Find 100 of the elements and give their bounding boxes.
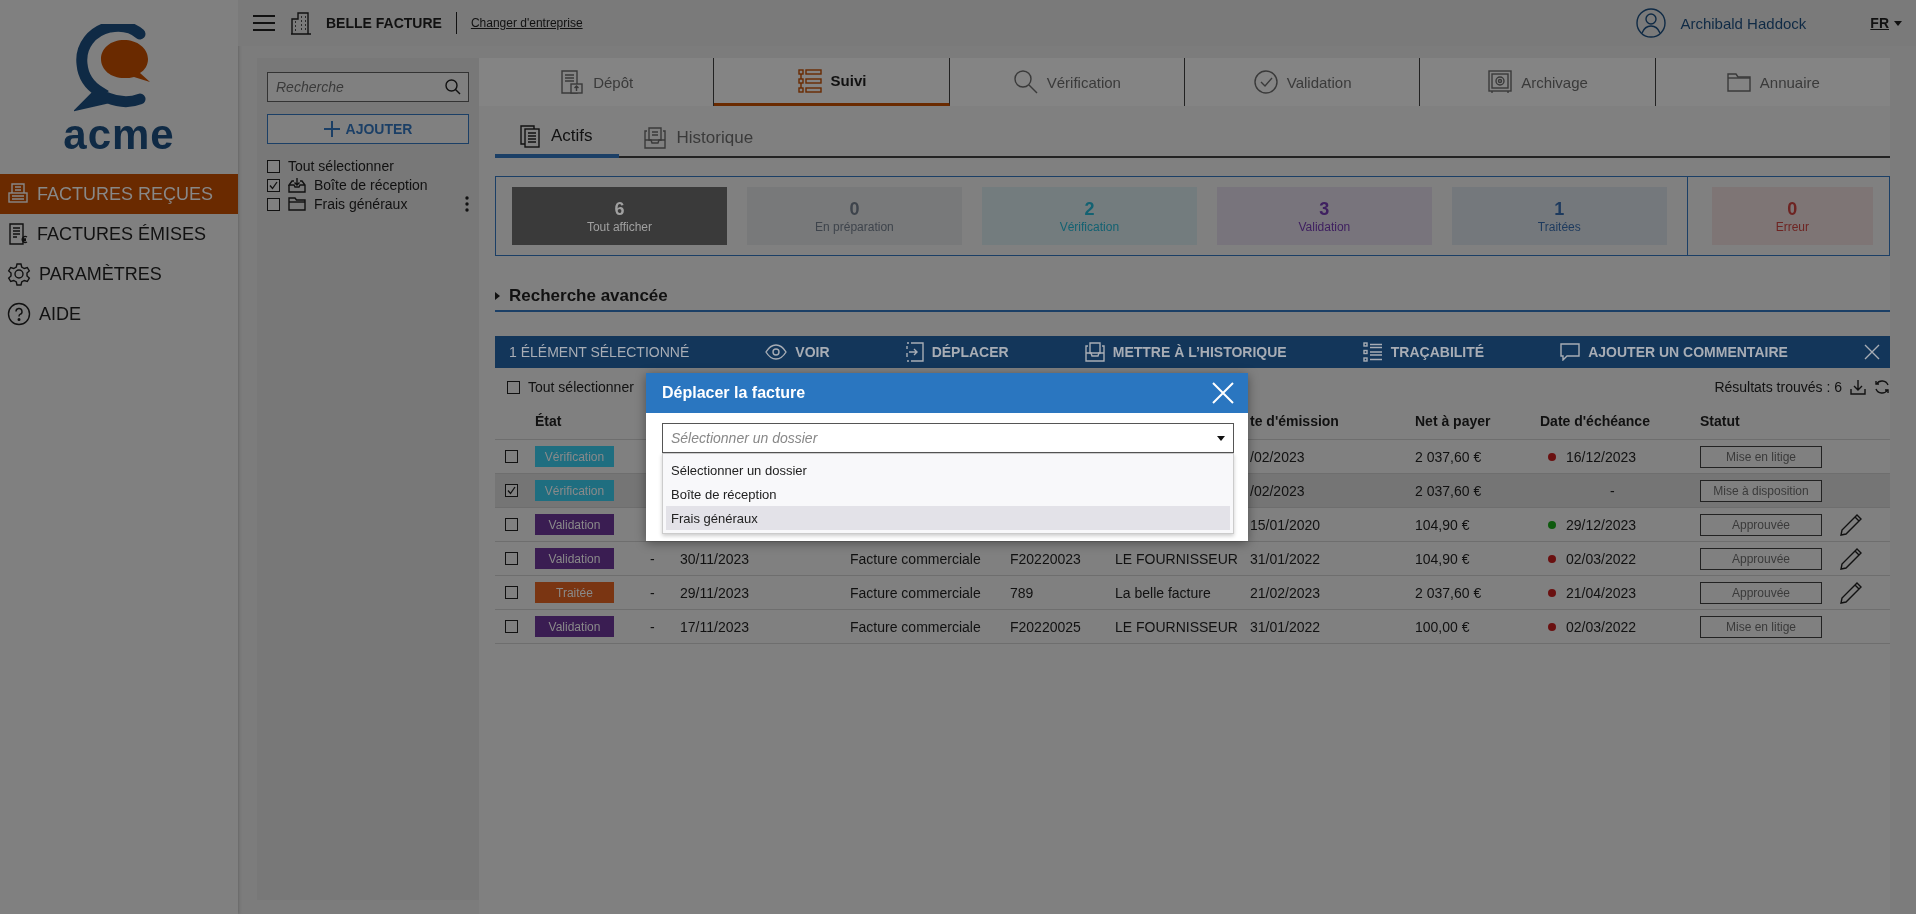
caret-icon <box>1217 435 1225 441</box>
results-count: Résultats trouvés : 6 <box>1714 379 1842 395</box>
toolbar-action[interactable]: TRAÇABILITÉ <box>1362 342 1485 362</box>
status-button[interactable]: Mise en litige <box>1700 445 1822 468</box>
column-header: te d'émission <box>1250 412 1339 429</box>
table-cell: 2 037,60 € <box>1415 584 1482 601</box>
status-tile[interactable]: 6 Tout afficher <box>512 187 727 245</box>
check-icon <box>269 180 278 190</box>
table-cell: 21/04/2023 <box>1566 584 1637 601</box>
dropdown-option[interactable]: Sélectionner un dossier <box>666 458 1230 482</box>
caret-icon <box>1894 20 1902 26</box>
folder-label[interactable]: Boîte de réception <box>314 177 428 193</box>
document-euro-icon <box>7 222 29 246</box>
column-header: Date d'échéance <box>1540 412 1650 429</box>
sidebar-item[interactable]: FACTURES ÉMISES <box>0 214 238 254</box>
folder-icon <box>1725 71 1752 93</box>
menu-icon[interactable] <box>252 14 276 32</box>
status-button[interactable]: Mise à disposition <box>1700 479 1822 502</box>
invoice-printer-icon <box>7 182 29 206</box>
more-options-icon[interactable] <box>465 196 469 212</box>
row-checkbox[interactable] <box>505 484 518 497</box>
sidebar-item[interactable]: PARAMÈTRES <box>0 254 238 294</box>
state-badge: Validation <box>535 514 614 535</box>
select-all-label: Tout sélectionner <box>528 379 634 395</box>
status-tile[interactable]: 0 Erreur <box>1711 187 1873 245</box>
gear-icon <box>7 262 31 286</box>
tab[interactable]: Annuaire <box>1655 58 1890 106</box>
status-tile[interactable]: 1 Traitées <box>1451 187 1667 245</box>
sidebar-item[interactable]: AIDE <box>0 294 238 334</box>
row-checkbox[interactable] <box>505 586 518 599</box>
state-badge: Traitée <box>535 582 614 603</box>
pencil-icon[interactable] <box>1840 581 1862 604</box>
checkbox[interactable] <box>267 197 280 211</box>
check-circle-icon <box>1252 69 1279 95</box>
row-checkbox[interactable] <box>505 450 518 463</box>
toolbar-action[interactable]: AJOUTER UN COMMENTAIRE <box>1560 343 1788 361</box>
table-cell: - <box>650 584 655 601</box>
table-cell: Facture commerciale <box>850 550 981 567</box>
table-cell: 29/11/2023 <box>680 584 750 601</box>
building-icon <box>290 11 312 35</box>
download-icon[interactable] <box>1850 379 1866 395</box>
table-cell: 29/12/2023 <box>1566 516 1637 533</box>
advanced-search-toggle[interactable]: Recherche avancée <box>509 286 668 306</box>
toolbar-action[interactable]: DÉPLACER <box>905 342 1009 362</box>
table-cell: 789 <box>1010 584 1034 601</box>
table-cell: 21/02/2023 <box>1250 584 1321 601</box>
table-cell: LE FOURNISSEUR <box>1115 550 1238 567</box>
tab[interactable]: Actifs <box>495 120 619 158</box>
checkbox[interactable] <box>507 380 520 394</box>
status-button[interactable]: Approuvée <box>1700 513 1822 536</box>
status-tile[interactable]: 3 Validation <box>1216 187 1432 245</box>
table-cell: LE FOURNISSEUR <box>1115 618 1238 635</box>
folder-label[interactable]: Frais généraux <box>314 196 408 212</box>
user-icon <box>1636 8 1667 38</box>
search-field[interactable]: Recherche <box>267 72 469 102</box>
close-icon[interactable] <box>1863 344 1880 360</box>
sidebar-item[interactable]: FACTURES REÇUES <box>0 174 238 214</box>
inbox-icon <box>288 177 306 193</box>
table-cell: - <box>650 550 655 567</box>
search-icon[interactable] <box>445 79 461 95</box>
list-icon <box>796 67 823 94</box>
table-cell: 15/01/2020 <box>1250 516 1321 533</box>
status-button[interactable]: Approuvée <box>1700 547 1822 570</box>
dropdown-option[interactable]: Boîte de réception <box>666 482 1230 506</box>
folder-icon <box>288 197 306 211</box>
company-name: BELLE FACTURE <box>326 15 442 31</box>
state-badge: Vérification <box>535 480 614 501</box>
document-move-icon <box>905 342 924 362</box>
table-cell: F20220025 <box>1010 618 1081 635</box>
pencil-icon[interactable] <box>1840 513 1862 536</box>
table-cell: - <box>1610 482 1615 499</box>
table-cell: 31/01/2022 <box>1250 618 1321 635</box>
status-button[interactable]: Approuvée <box>1700 581 1822 604</box>
table-cell: 2 037,60 € <box>1415 482 1482 499</box>
status-button[interactable]: Mise en litige <box>1700 615 1822 638</box>
language-selector[interactable]: FR <box>1870 15 1902 31</box>
tab[interactable]: Historique <box>618 120 780 158</box>
table-cell: 02/03/2022 <box>1566 550 1637 567</box>
caret-right-icon[interactable] <box>495 292 501 300</box>
row-checkbox[interactable] <box>505 518 518 531</box>
dropdown-option[interactable]: Frais généraux <box>666 506 1230 530</box>
pencil-icon[interactable] <box>1840 547 1862 570</box>
table-cell: 104,90 € <box>1415 516 1470 533</box>
change-company-link[interactable]: Changer d'entreprise <box>470 16 583 30</box>
row-checkbox[interactable] <box>505 552 518 565</box>
search-icon <box>1012 69 1039 95</box>
toolbar-action[interactable]: METTRE À L’HISTORIQUE <box>1084 342 1287 362</box>
table-cell: Facture commerciale <box>850 584 981 601</box>
toolbar-action[interactable]: VOIR <box>765 344 830 360</box>
checkbox[interactable] <box>267 159 280 173</box>
status-tile[interactable]: 0 En préparation <box>746 187 962 245</box>
table-cell: Facture commerciale <box>850 618 981 635</box>
refresh-icon[interactable] <box>1874 379 1890 395</box>
archive-stack-icon <box>1084 342 1105 362</box>
row-checkbox[interactable] <box>505 620 518 633</box>
folder-label[interactable]: Tout sélectionner <box>288 158 394 174</box>
list-icon <box>1362 342 1383 362</box>
column-header: État <box>535 412 562 429</box>
checkbox[interactable] <box>267 178 280 192</box>
add-button[interactable]: AJOUTER <box>267 114 469 144</box>
